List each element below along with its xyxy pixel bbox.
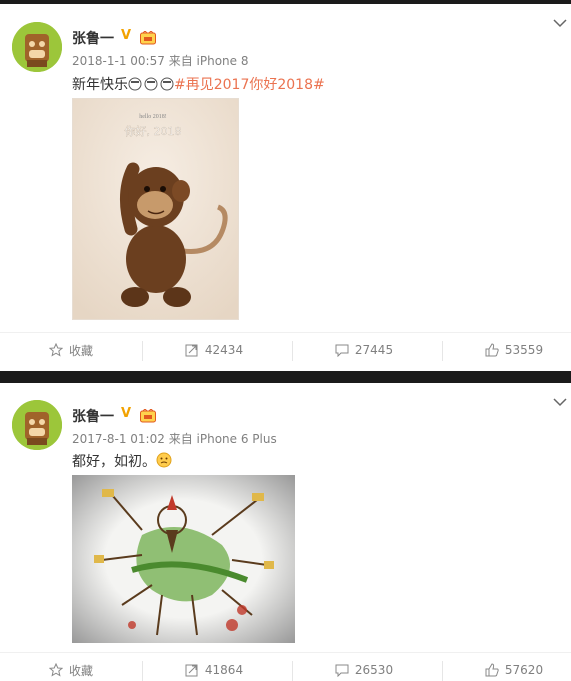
- weibo-post: 张鲁一 V 2017-8-1 01:02 来自 iPhone 6 Plus 都好…: [0, 383, 571, 681]
- verified-badge: V: [121, 28, 132, 43]
- comment-count: 26530: [354, 663, 394, 677]
- more-chevron-icon[interactable]: [553, 397, 567, 407]
- author-name[interactable]: 张鲁一: [72, 28, 114, 48]
- action-bar: 收藏 41864 26530 57620: [0, 652, 571, 681]
- avatar[interactable]: [12, 22, 62, 72]
- hashtag-link[interactable]: #再见2017你好2018#: [174, 77, 325, 93]
- comment-icon: [335, 664, 349, 677]
- post-time[interactable]: 2018-1-1 00:57: [72, 54, 165, 68]
- favorite-button[interactable]: 收藏: [0, 333, 142, 367]
- child-drawing-photo: [72, 475, 295, 643]
- repost-icon: [185, 344, 198, 357]
- vip-badge-icon: [140, 409, 156, 423]
- thumb-up-icon: [485, 663, 499, 677]
- plush-monkey-photo: hello 2018! 你好, 2018: [73, 99, 238, 319]
- repost-button[interactable]: 41864: [143, 653, 285, 681]
- comment-count: 27445: [354, 343, 394, 357]
- svg-text:你好, 2018: 你好, 2018: [125, 124, 182, 138]
- star-icon: [48, 663, 63, 677]
- repost-count: 42434: [204, 343, 244, 357]
- comment-button[interactable]: 27445: [293, 333, 435, 367]
- vip-badge-icon: [140, 31, 156, 45]
- weibo-post: 张鲁一 V 2018-1-1 00:57 来自 iPhone 8 新年快乐 #再…: [0, 4, 571, 371]
- favorite-label: 收藏: [68, 663, 93, 678]
- star-icon: [48, 343, 63, 357]
- repost-icon: [185, 664, 198, 677]
- post-divider: [0, 371, 571, 383]
- avatar[interactable]: [12, 400, 62, 450]
- post-time[interactable]: 2017-8-1 01:02: [72, 432, 165, 446]
- like-button[interactable]: 57620: [443, 653, 571, 681]
- like-button[interactable]: 53559: [443, 333, 571, 367]
- comment-button[interactable]: 26530: [293, 653, 435, 681]
- post-text: 都好，如初。: [72, 451, 172, 471]
- favorite-button[interactable]: 收藏: [0, 653, 142, 681]
- post-text-body: 新年快乐: [72, 77, 128, 93]
- comment-icon: [335, 344, 349, 357]
- emoticon-icon: [128, 77, 174, 91]
- verified-badge: V: [121, 406, 132, 421]
- svg-text:hello 2018!: hello 2018!: [139, 114, 167, 120]
- repost-button[interactable]: 42434: [143, 333, 285, 367]
- avatar-monkey-icon: [12, 22, 62, 72]
- author-name[interactable]: 张鲁一: [72, 406, 114, 426]
- post-meta: 2017-8-1 01:02 来自 iPhone 6 Plus: [72, 430, 277, 447]
- repost-count: 41864: [204, 663, 244, 677]
- like-count: 57620: [504, 663, 544, 677]
- post-image[interactable]: [72, 475, 295, 643]
- post-image[interactable]: hello 2018! 你好, 2018: [72, 98, 239, 320]
- action-bar: 收藏 42434 27445 53559: [0, 332, 571, 366]
- post-source: 来自 iPhone 6 Plus: [168, 432, 277, 446]
- post-text: 新年快乐 #再见2017你好2018#: [72, 74, 325, 94]
- emoticon-icon: [156, 452, 172, 468]
- post-text-body: 都好，如初。: [72, 454, 156, 470]
- thumb-up-icon: [485, 343, 499, 357]
- more-chevron-icon[interactable]: [553, 18, 567, 28]
- avatar-monkey-icon: [12, 400, 62, 450]
- post-source: 来自 iPhone 8: [168, 54, 249, 68]
- favorite-label: 收藏: [68, 343, 93, 358]
- post-meta: 2018-1-1 00:57 来自 iPhone 8: [72, 52, 248, 69]
- like-count: 53559: [504, 343, 544, 357]
